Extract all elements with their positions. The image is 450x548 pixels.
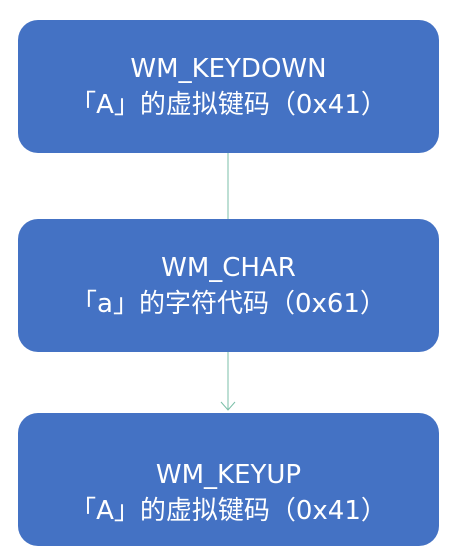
node-title: WM_CHAR [161,252,296,283]
node-description: 「A」的虚拟键码（0x41） [70,89,387,120]
node-wm-char: WM_CHAR 「a」的字符代码（0x61） [18,219,439,352]
node-title: WM_KEYUP [155,459,302,490]
node-wm-keydown: WM_KEYDOWN 「A」的虚拟键码（0x41） [18,20,439,153]
node-title: WM_KEYDOWN [130,53,327,84]
node-text-group: WM_KEYUP 「A」的虚拟键码（0x41） [70,457,387,529]
node-description: 「A」的虚拟键码（0x41） [70,495,387,526]
node-wm-keyup: WM_KEYUP 「A」的虚拟键码（0x41） [18,413,439,546]
node-description: 「a」的字符代码（0x61） [71,288,386,319]
